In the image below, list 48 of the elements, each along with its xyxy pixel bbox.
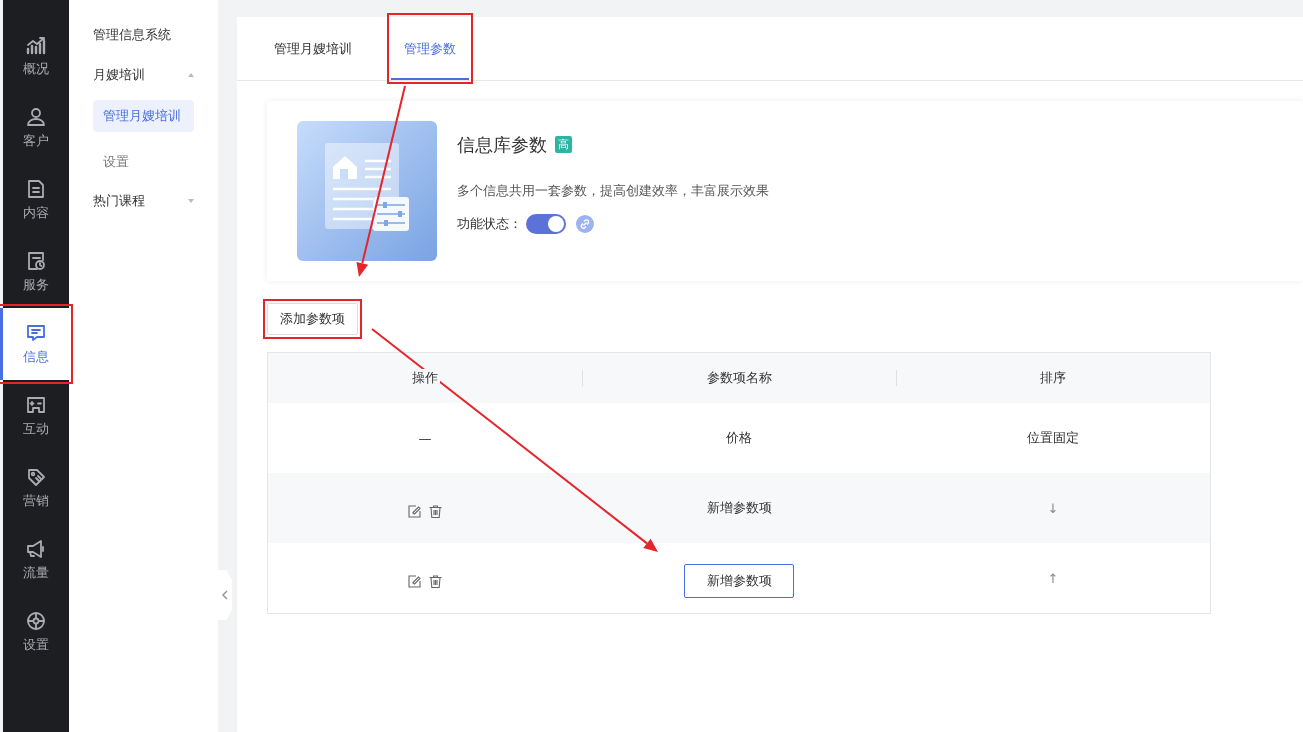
status-label: 功能状态： (457, 214, 522, 233)
card-title: 信息库参数 (457, 132, 547, 157)
card-description: 多个信息共用一套参数，提高创建效率，丰富展示效果 (457, 181, 769, 200)
table-cell: 价格 (726, 429, 752, 447)
table-cell: 新增参数项 (706, 499, 772, 517)
name-input-field[interactable]: 新增参数项 (684, 564, 794, 598)
gamepad-icon (25, 394, 47, 416)
toggle-switch[interactable] (526, 213, 566, 234)
menu-item[interactable]: 设置 (93, 146, 194, 178)
user-icon (25, 106, 47, 128)
menu-item[interactable]: 管理月嫂培训 (93, 100, 194, 132)
link-icon[interactable] (576, 214, 594, 233)
delete-icon[interactable] (428, 573, 443, 589)
tab[interactable]: 管理参数 (391, 17, 469, 80)
sort-arrow[interactable]: ↑ (1047, 570, 1059, 586)
chart-icon (25, 34, 47, 56)
level-badge: 高 (555, 136, 572, 153)
edit-icon[interactable] (407, 503, 422, 519)
edit-icon[interactable] (407, 573, 422, 589)
document-clock-icon (25, 250, 47, 272)
column-header: 排序 (1040, 369, 1066, 387)
nav-item[interactable]: 服务 (3, 236, 69, 308)
add-param-button[interactable]: 添加参数项 (267, 303, 358, 335)
nav-item[interactable]: 设置 (3, 596, 69, 668)
message-icon (25, 322, 47, 344)
nav-item[interactable]: 信息 (0, 308, 69, 380)
megaphone-icon (25, 538, 47, 560)
nav-item[interactable]: 互动 (3, 380, 69, 452)
tab[interactable]: 管理月嫂培训 (274, 17, 352, 80)
delete-icon[interactable] (428, 503, 443, 519)
tag-icon (25, 466, 47, 488)
nav-item[interactable]: 客户 (3, 92, 69, 164)
nav-item[interactable]: 营销 (3, 452, 69, 524)
menu-group[interactable]: 月嫂培训 (93, 66, 194, 84)
collapse-handle[interactable] (218, 570, 232, 620)
settings-icon (25, 610, 47, 632)
column-header: 操作 (410, 369, 440, 387)
menu-group[interactable]: 热门课程 (93, 192, 194, 210)
table-cell: — (418, 430, 432, 446)
system-title: 管理信息系统 (93, 26, 172, 44)
column-header: 参数项名称 (706, 369, 772, 387)
chevron-left-icon (221, 590, 229, 600)
nav-item[interactable]: 概况 (3, 20, 69, 92)
nav-item[interactable]: 内容 (3, 164, 69, 236)
table-cell: 位置固定 (1027, 429, 1079, 447)
nav-item[interactable]: 流量 (3, 524, 69, 596)
document-icon (25, 178, 47, 200)
sort-arrow[interactable]: ↓ (1047, 500, 1059, 516)
